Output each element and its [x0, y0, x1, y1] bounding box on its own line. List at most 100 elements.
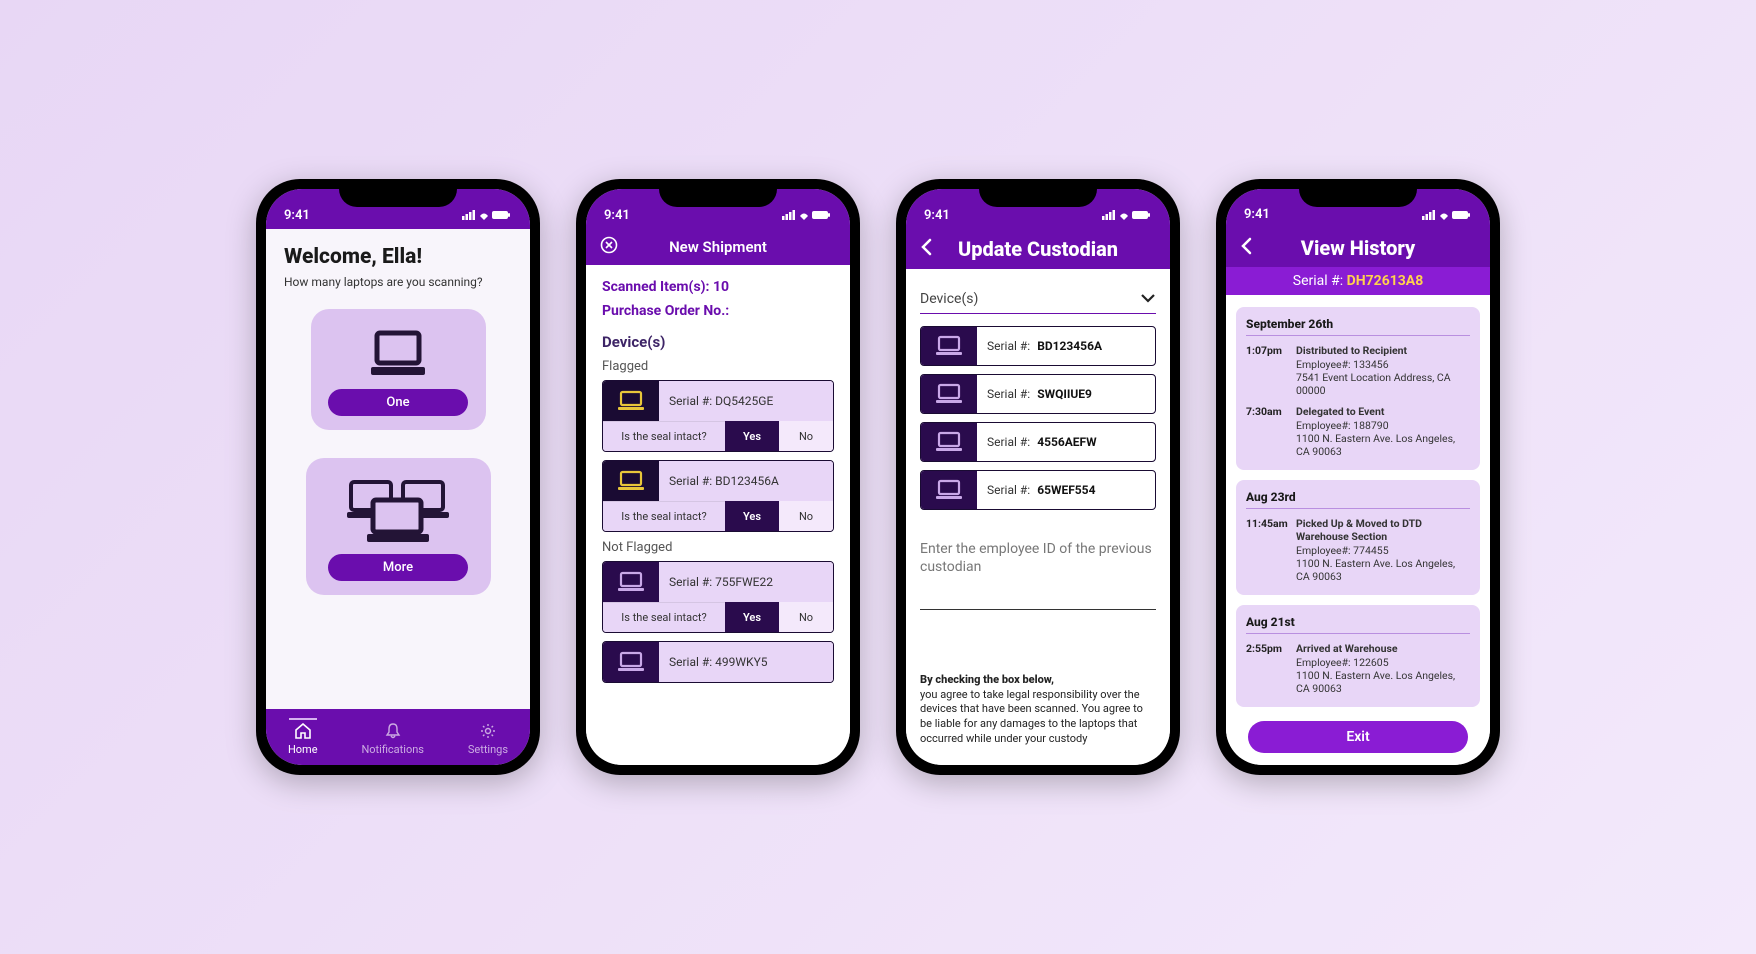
exit-button[interactable]: Exit [1248, 721, 1468, 753]
back-icon[interactable] [1240, 236, 1254, 260]
device-card: Serial #: DQ5425GE Is the seal intact? Y… [602, 380, 834, 452]
notch [339, 179, 457, 207]
entry-title: Distributed to Recipient [1296, 344, 1470, 357]
laptop-icon [603, 562, 659, 602]
status-icons [782, 210, 832, 220]
entry-line: 7541 Event Location Address, CA 00000 [1296, 371, 1470, 397]
device-row[interactable]: Serial #: 65WEF554 [920, 470, 1156, 510]
serial-key: Serial #: [987, 339, 1030, 353]
phone-home: 9:41 Welcome, Ella! How many laptops are… [256, 179, 540, 775]
seal-no[interactable]: No [779, 602, 833, 632]
entry-time: 7:30am [1246, 405, 1288, 458]
header-title: Update Custodian [958, 237, 1118, 261]
serial-key: Serial #: [987, 483, 1030, 497]
one-button[interactable]: One [328, 389, 468, 416]
notch [1299, 179, 1417, 207]
scan-prompt: How many laptops are you scanning? [284, 275, 512, 289]
entry-line: 1100 N. Eastern Ave. Los Angeles, CA 900… [1296, 432, 1470, 458]
status-icons [462, 210, 512, 220]
scanned-count: Scanned Item(s): 10 [602, 279, 834, 295]
device-card: Serial #: 499WKY5 [602, 641, 834, 683]
history-date: Aug 21st [1246, 615, 1470, 634]
home-icon [294, 723, 312, 742]
nav-home[interactable]: Home [288, 718, 318, 756]
serial-bar: Serial #: DH72613A8 [1226, 267, 1490, 295]
history-entry: 2:55pm Arrived at Warehouse Employee#: 1… [1246, 642, 1470, 695]
nav-home-label: Home [288, 743, 318, 756]
device-row[interactable]: Serial #: BD123456A [920, 326, 1156, 366]
laptop-icon [921, 423, 977, 461]
entry-line: Employee#: 133456 [1296, 358, 1470, 371]
phone-history: 9:41 View History Serial #: DH72613A8 Se… [1216, 179, 1500, 775]
seal-question: Is the seal intact? [603, 421, 725, 451]
seal-yes[interactable]: Yes [725, 421, 779, 451]
bell-icon [385, 723, 401, 742]
history-group: Aug 23rd 11:45am Picked Up & Moved to DT… [1236, 480, 1480, 595]
serial-label: Serial #: 499WKY5 [659, 642, 833, 682]
bottom-nav: Home Notifications Settings [266, 709, 530, 765]
legal-rest: you agree to take legal responsibility o… [920, 688, 1143, 746]
device-card: Serial #: BD123456A Is the seal intact? … [602, 460, 834, 532]
header-bar: View History [1226, 228, 1490, 267]
entry-title: Arrived at Warehouse [1296, 642, 1470, 655]
status-time: 9:41 [604, 208, 630, 223]
more-button[interactable]: More [328, 554, 468, 581]
nav-settings[interactable]: Settings [468, 718, 508, 756]
back-icon[interactable] [920, 237, 934, 261]
entry-time: 11:45am [1246, 517, 1288, 583]
laptop-icon [921, 375, 977, 413]
history-entry: 1:07pm Distributed to Recipient Employee… [1246, 344, 1470, 397]
status-icons [1422, 210, 1472, 220]
phone-shipment: 9:41 New Shipment Scanned Item(s): 10 Pu… [576, 179, 860, 775]
history-entry: 11:45am Picked Up & Moved to DTD Warehou… [1246, 517, 1470, 583]
device-card: Serial #: 755FWE22 Is the seal intact? Y… [602, 561, 834, 633]
entry-line: Employee#: 188790 [1296, 419, 1470, 432]
entry-title: Picked Up & Moved to DTD Warehouse Secti… [1296, 517, 1470, 543]
seal-no[interactable]: No [779, 501, 833, 531]
seal-question: Is the seal intact? [603, 501, 725, 531]
nav-settings-label: Settings [468, 743, 508, 756]
po-number: Purchase Order No.: [602, 303, 834, 319]
status-time: 9:41 [284, 208, 310, 223]
employee-id-label: Enter the employee ID of the previous cu… [920, 540, 1156, 576]
notch [659, 179, 777, 207]
laptop-icon [603, 642, 659, 682]
nav-notif-label: Notifications [361, 743, 424, 756]
scan-one-card[interactable]: One [311, 309, 486, 430]
employee-id-input[interactable] [920, 582, 1156, 610]
history-date: September 26th [1246, 317, 1470, 336]
laptop-icon [921, 471, 977, 509]
laptop-multi-icon [343, 476, 453, 554]
laptop-icon [921, 327, 977, 365]
devices-dropdown[interactable]: Device(s) [920, 287, 1156, 314]
history-group: Aug 21st 2:55pm Arrived at Warehouse Emp… [1236, 605, 1480, 707]
serial-val: BD123456A [1037, 339, 1102, 353]
serial-label: Serial #: BD123456A [659, 461, 833, 501]
flagged-heading: Flagged [602, 359, 834, 374]
scan-more-card[interactable]: More [306, 458, 491, 595]
history-date: Aug 23rd [1246, 490, 1470, 509]
notch [979, 179, 1097, 207]
seal-yes[interactable]: Yes [725, 501, 779, 531]
history-entry: 7:30am Delegated to Event Employee#: 188… [1246, 405, 1470, 458]
header-bar: New Shipment [586, 229, 850, 265]
welcome-title: Welcome, Ella! [284, 245, 512, 269]
entry-time: 2:55pm [1246, 642, 1288, 695]
seal-question: Is the seal intact? [603, 602, 725, 632]
serial-key: Serial #: [1293, 273, 1343, 289]
not-flagged-heading: Not Flagged [602, 540, 834, 555]
entry-line: Employee#: 774455 [1296, 544, 1470, 557]
close-icon[interactable] [600, 236, 618, 258]
entry-line: Employee#: 122605 [1296, 656, 1470, 669]
seal-no[interactable]: No [779, 421, 833, 451]
history-group: September 26th 1:07pm Distributed to Rec… [1236, 307, 1480, 470]
device-row[interactable]: Serial #: SWQIIUE9 [920, 374, 1156, 414]
seal-yes[interactable]: Yes [725, 602, 779, 632]
header-bar: Update Custodian [906, 229, 1170, 269]
serial-val: SWQIIUE9 [1037, 387, 1092, 401]
phone-custodian: 9:41 Update Custodian Device(s) Serial #… [896, 179, 1180, 775]
serial-val: 65WEF554 [1037, 483, 1095, 497]
device-row[interactable]: Serial #: 4556AEFW [920, 422, 1156, 462]
header-title: New Shipment [669, 238, 767, 256]
nav-notifications[interactable]: Notifications [361, 718, 424, 756]
